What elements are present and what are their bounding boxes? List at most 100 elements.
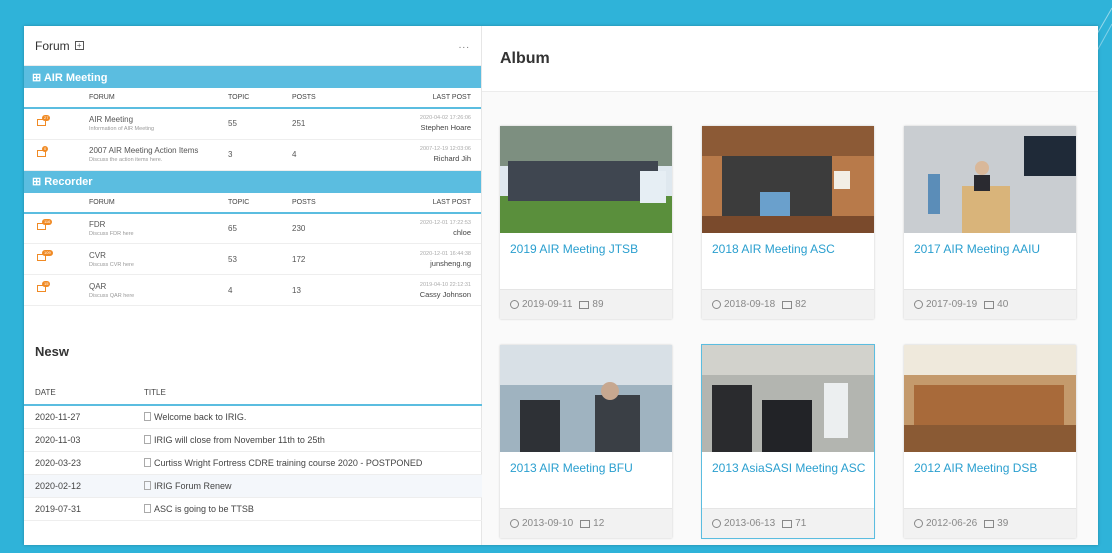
clock-icon [914, 519, 923, 528]
album-card-title[interactable]: 2012 AIR Meeting DSB [914, 459, 1070, 477]
album-card-footer: 2012-06-26 39 [904, 508, 1076, 538]
unread-badge: 0 [42, 145, 49, 152]
category-bar-air-meeting[interactable]: ⊞ AIR Meeting [24, 66, 481, 88]
unread-badge: 27 [42, 114, 51, 121]
image-icon [984, 300, 995, 309]
category-name: ⊞ AIR Meeting [32, 71, 108, 84]
news-row[interactable]: 2020-11-27 Welcome back to IRIG. [24, 405, 482, 429]
expand-icon[interactable]: + [74, 41, 84, 50]
album-card[interactable]: 2013 AsiaSASI Meeting ASC 2013-06-13 71 [701, 344, 875, 539]
album-card-footer: 2018-09-18 82 [702, 289, 874, 319]
forum-name[interactable]: FDR [89, 220, 228, 229]
album-card-title[interactable]: 2019 AIR Meeting JTSB [510, 240, 666, 258]
album-header: Album [482, 26, 1098, 92]
unread-badge: 116 [42, 219, 53, 226]
forum-name[interactable]: CVR [89, 251, 228, 260]
album-card[interactable]: 2018 AIR Meeting ASC 2018-09-18 82 [702, 126, 874, 319]
forum-desc: Discuss QAR here [89, 292, 135, 299]
forum-name[interactable]: QAR [89, 282, 228, 291]
album-count: 71 [795, 518, 807, 529]
col-title: TITLE [144, 381, 482, 406]
album-photo[interactable] [702, 345, 874, 452]
album-photo[interactable] [702, 126, 874, 233]
clock-icon [712, 300, 721, 309]
forum-row[interactable]: 116 FDR Discuss FDR here 65 230 2020-12-0… [24, 212, 481, 244]
last-post-date: 2020-12-01 16:44:38 [419, 250, 471, 257]
news-date: 2020-11-03 [24, 428, 144, 452]
last-post-user[interactable]: junsheng.ng [362, 259, 471, 268]
last-post-user[interactable]: chloe [362, 228, 471, 237]
forum-table-air-meeting: FORUM TOPIC POSTS LAST POST 27 AIR Meeti… [24, 88, 481, 171]
album-panel: Album 2019 AIR Meeting JTSB 2019-09-11 8… [482, 26, 1098, 545]
post-count: 230 [292, 212, 362, 244]
forum-name[interactable]: 2007 AIR Meeting Action Items [89, 146, 228, 155]
forum-table-recorder: FORUM TOPIC POSTS LAST POST 116 FDR Discu… [24, 192, 481, 306]
post-count: 4 [292, 139, 362, 171]
last-post-user[interactable]: Cassy Johnson [362, 290, 471, 299]
news-link[interactable]: Curtiss Wright Fortress CDRE training co… [154, 458, 422, 468]
forum-row[interactable]: 109 CVR Discuss CVR here 53 172 2020-12-0… [24, 243, 481, 275]
album-photo[interactable] [904, 345, 1076, 452]
album-card-title[interactable]: 2013 AIR Meeting BFU [510, 459, 666, 477]
news-row[interactable]: 2020-02-12 IRIG Forum Renew [24, 474, 482, 498]
document-icon [144, 411, 151, 421]
album-count: 89 [592, 299, 604, 310]
image-icon [579, 300, 590, 309]
news-title: Nesw [35, 344, 69, 359]
news-link[interactable]: Welcome back to IRIG. [154, 412, 246, 422]
album-date: 2019-09-11 [522, 299, 573, 310]
album-card[interactable]: 2012 AIR Meeting DSB 2012-06-26 39 [904, 345, 1076, 538]
album-card-title[interactable]: 2013 AsiaSASI Meeting ASC [712, 459, 868, 477]
col-last-post: LAST POST [362, 88, 481, 109]
col-topic: TOPIC [228, 192, 292, 214]
news-date: 2019-07-31 [24, 497, 144, 521]
last-post-user[interactable]: Stephen Hoare [362, 123, 471, 132]
news-link[interactable]: IRIG Forum Renew [154, 481, 232, 491]
unread-badge: 109 [42, 250, 53, 256]
topic-count: 55 [228, 108, 292, 140]
album-count: 12 [593, 518, 605, 529]
album-title: Album [500, 49, 550, 67]
album-date: 2013-09-10 [522, 518, 574, 529]
album-card[interactable]: 2017 AIR Meeting AAIU 2017-09-19 40 [904, 126, 1076, 319]
last-post-user[interactable]: Richard Jih [362, 154, 471, 163]
col-date: DATE [24, 381, 144, 406]
more-menu[interactable]: ... [459, 40, 470, 51]
album-card-footer: 2013-06-13 71 [702, 508, 874, 538]
album-card[interactable]: 2013 AIR Meeting BFU 2013-09-10 12 [500, 345, 672, 538]
news-link[interactable]: ASC is going to be TTSB [154, 504, 254, 514]
album-date: 2012-06-26 [926, 518, 978, 529]
forum-desc: Information of AIR Meeting [89, 126, 155, 133]
forum-desc: Discuss FDR here [89, 230, 134, 237]
forum-desc: Discuss CVR here [89, 261, 134, 268]
image-icon [580, 519, 591, 528]
chat-icon: 0 [37, 145, 49, 159]
album-date: 2017-09-19 [926, 299, 978, 310]
chat-icon: 116 [37, 219, 53, 232]
category-bar-recorder[interactable]: ⊞ Recorder [24, 170, 481, 193]
post-count: 251 [292, 108, 362, 140]
album-photo[interactable] [500, 345, 672, 452]
chat-icon: 15 [37, 281, 51, 294]
forum-row[interactable]: 27 AIR Meeting Information of AIR Meeting… [24, 108, 481, 140]
forum-desc: Discuss the action items here. [89, 157, 163, 163]
news-row[interactable]: 2020-11-03 IRIG will close from November… [24, 428, 482, 452]
col-forum: FORUM [89, 192, 228, 214]
news-link[interactable]: IRIG will close from November 11th to 25… [154, 435, 325, 445]
album-card[interactable]: 2019 AIR Meeting JTSB 2019-09-11 89 [500, 126, 672, 319]
post-count: 13 [292, 274, 362, 306]
news-row[interactable]: 2020-03-23 Curtiss Wright Fortress CDRE … [24, 451, 482, 475]
news-date: 2020-03-23 [24, 451, 144, 475]
col-posts: POSTS [292, 88, 362, 109]
album-count: 40 [997, 299, 1009, 310]
forum-row[interactable]: 15 QAR Discuss QAR here 4 13 2019-04-10 2… [24, 274, 481, 306]
album-card-title[interactable]: 2018 AIR Meeting ASC [712, 240, 868, 258]
album-photo[interactable] [904, 126, 1076, 233]
last-post-date: 2019-04-10 22:12:31 [419, 281, 471, 288]
image-icon [782, 300, 793, 309]
album-photo[interactable] [500, 126, 672, 233]
news-row[interactable]: 2019-07-31 ASC is going to be TTSB [24, 497, 482, 521]
album-card-title[interactable]: 2017 AIR Meeting AAIU [914, 240, 1070, 258]
forum-name[interactable]: AIR Meeting [89, 115, 228, 124]
forum-row[interactable]: 0 2007 AIR Meeting Action Items Discuss t… [24, 139, 481, 171]
